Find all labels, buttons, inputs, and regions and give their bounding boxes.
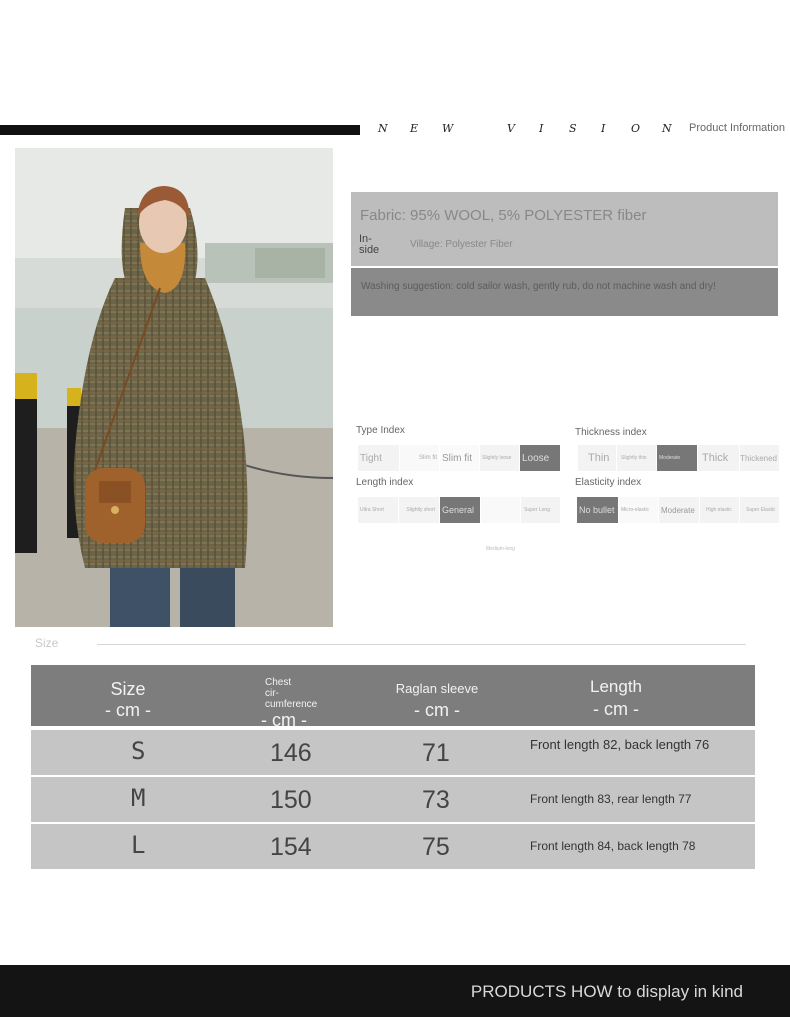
type-option: Tight bbox=[358, 445, 400, 471]
brand-letter: W bbox=[442, 122, 454, 135]
brand-letter: N bbox=[378, 122, 388, 135]
thickness-option: Slightly thin bbox=[617, 445, 657, 471]
elasticity-option: High elastic bbox=[700, 497, 740, 523]
thickness-option: Thin bbox=[578, 445, 617, 471]
inside-value: Village: Polyester Fiber bbox=[410, 239, 513, 250]
length-option: Ultra Short bbox=[358, 497, 399, 523]
type-option: Slightly loose bbox=[480, 445, 520, 471]
product-info-label: Product Information bbox=[689, 122, 785, 134]
length-value: Front length 82, back length 76 bbox=[530, 737, 710, 752]
col-raglan-header: Raglan sleeve - cm - bbox=[387, 681, 487, 721]
size-value: L bbox=[131, 831, 146, 859]
col-size-label: Size bbox=[110, 679, 146, 699]
size-row: M 150 73 Front length 83, rear length 77 bbox=[31, 777, 755, 822]
brand-letter: V bbox=[507, 122, 515, 135]
brand-letter: I bbox=[601, 122, 606, 135]
type-option: Slim fit bbox=[440, 445, 480, 471]
footer-title: PRODUCTS HOW to display in kind bbox=[470, 982, 743, 1001]
size-value: M bbox=[131, 784, 146, 812]
col-length-header: Length - cm - bbox=[566, 677, 666, 720]
size-divider bbox=[97, 644, 746, 645]
size-section-heading: Size bbox=[35, 636, 59, 650]
fabric-info-panel: Fabric: 95% WOOL, 5% POLYESTER fiber In-… bbox=[351, 192, 778, 266]
header-black-bar bbox=[0, 125, 360, 135]
thickness-index-label: Thickness index bbox=[575, 427, 647, 438]
chest-value: 150 bbox=[270, 786, 312, 814]
brand-letter: S bbox=[569, 122, 577, 135]
medium-length-note: Medium-long bbox=[486, 546, 515, 552]
chest-value: 146 bbox=[270, 739, 312, 767]
product-photo bbox=[15, 148, 333, 627]
length-option-active: General bbox=[440, 497, 481, 523]
col-length-unit: - cm - bbox=[593, 699, 639, 719]
elasticity-option-active: No bullet bbox=[577, 497, 619, 523]
elasticity-index-label: Elasticity index bbox=[575, 477, 642, 488]
col-raglan-unit: - cm - bbox=[414, 700, 460, 720]
brand-wordmark: N E W V I S I O N bbox=[378, 122, 678, 138]
elasticity-index-scale: No bullet Micro-elastic Moderate High el… bbox=[577, 497, 780, 523]
inside-label: In-side bbox=[359, 233, 380, 256]
thickness-option-active: Moderate bbox=[657, 445, 698, 471]
type-index-scale: Tight Slim fit Slim fit Slightly loose L… bbox=[358, 445, 561, 471]
footer-bar: PRODUCTS HOW to display in kind bbox=[0, 965, 790, 1017]
size-row: S 146 71 Front length 82, back length 76 bbox=[31, 730, 755, 775]
type-option: Slim fit bbox=[400, 445, 440, 471]
type-index-label: Type Index bbox=[356, 425, 405, 436]
size-value: S bbox=[131, 737, 146, 765]
length-value: Front length 83, rear length 77 bbox=[530, 792, 692, 806]
brand-letter: E bbox=[410, 122, 419, 135]
elasticity-option: Super Elastic bbox=[740, 497, 780, 523]
col-chest-header: Chest cir-cumference - cm - bbox=[245, 677, 325, 731]
thickness-index-scale: Thin Slightly thin Moderate Thick Thicke… bbox=[578, 445, 780, 471]
washing-suggestion: Washing suggestion: cold sailor wash, ge… bbox=[361, 281, 716, 292]
length-option bbox=[481, 497, 521, 523]
length-value: Front length 84, back length 78 bbox=[530, 839, 696, 853]
col-chest-unit: - cm - bbox=[261, 710, 307, 730]
washing-panel: Washing suggestion: cold sailor wash, ge… bbox=[351, 268, 778, 316]
raglan-value: 75 bbox=[422, 833, 450, 861]
brand-letter: I bbox=[539, 122, 544, 135]
col-size-unit: - cm - bbox=[105, 700, 151, 720]
col-chest-label: Chest cir-cumference bbox=[265, 677, 318, 710]
type-option-active: Loose bbox=[520, 445, 561, 471]
chest-value: 154 bbox=[270, 833, 312, 861]
size-row: L 154 75 Front length 84, back length 78 bbox=[31, 824, 755, 869]
length-option: Slightly short bbox=[399, 497, 440, 523]
elasticity-option: Moderate bbox=[659, 497, 700, 523]
length-index-scale: Ultra Short Slightly short General Super… bbox=[358, 497, 561, 523]
product-photo-illustration bbox=[15, 148, 333, 627]
length-index-label: Length index bbox=[356, 477, 414, 488]
raglan-value: 73 bbox=[422, 786, 450, 814]
length-option: Super Long bbox=[521, 497, 561, 523]
col-length-label: Length bbox=[590, 677, 642, 696]
fabric-composition: Fabric: 95% WOOL, 5% POLYESTER fiber bbox=[360, 207, 647, 224]
size-table-header: Size - cm - Chest cir-cumference - cm - … bbox=[31, 665, 755, 730]
thickness-option: Thickened bbox=[740, 445, 780, 471]
thickness-option: Thick bbox=[698, 445, 740, 471]
elasticity-option: Micro-elastic bbox=[619, 497, 659, 523]
brand-letter: O bbox=[631, 122, 641, 135]
col-raglan-label: Raglan sleeve bbox=[395, 681, 479, 696]
raglan-value: 71 bbox=[422, 739, 450, 767]
col-size-header: Size - cm - bbox=[88, 679, 168, 721]
brand-letter: N bbox=[662, 122, 672, 135]
